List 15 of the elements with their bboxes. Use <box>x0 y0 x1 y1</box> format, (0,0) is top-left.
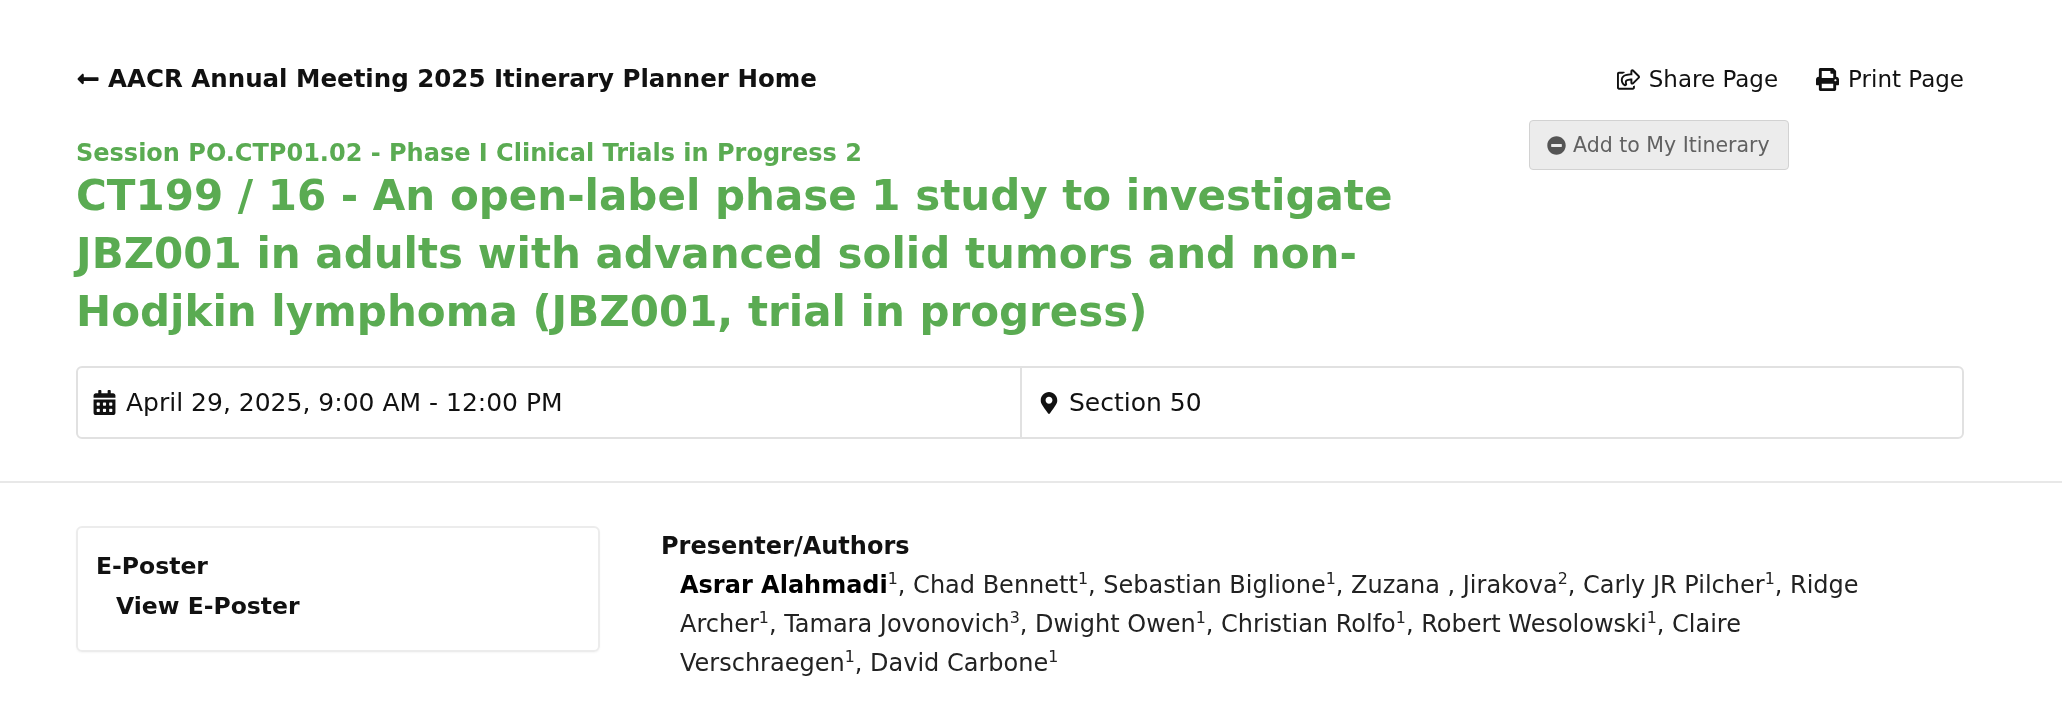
map-pin-icon <box>1038 391 1060 414</box>
view-eposter-link[interactable]: View E-Poster <box>116 586 300 626</box>
calendar-icon <box>92 390 117 415</box>
date-time-text: April 29, 2025, 9:00 AM - 12:00 PM <box>126 386 563 419</box>
session-title: Session PO.CTP01.02 - Phase I Clinical Trials in Progress 2 <box>76 139 862 167</box>
print-link[interactable]: Print Page <box>1816 63 1964 95</box>
card-heading: E-Poster <box>96 551 208 582</box>
authors-heading: Presenter/Authors <box>661 531 910 562</box>
location-text: Section 50 <box>1069 386 1202 419</box>
back-link[interactable]: AACR Annual Meeting 2025 Itinerary Planner Home <box>76 63 817 95</box>
authors-list: Asrar Alahmadi$^{1}$, Chad Bennett$^{1}$, Sebastian Biglione$^{1}$, Zuzana , Jirakova$^{2}$, Carly JR Pilcher$^{1}$, Ridge Archer$^{1}$, Tamara Jovonovich$^{3}$, Dwight Owen$^{1}$, Christian Rolfo$^{1}$, Robert Wesolowski$^{1}$, Claire Verschraegen$^{1}$, David Carbone$^{1}$ <box>661 566 1964 683</box>
share-icon <box>1616 67 1640 91</box>
add-to-itinerary-button[interactable]: Add to My Itinerary <box>1529 120 1789 170</box>
share-link[interactable]: Share Page <box>1616 63 1779 95</box>
printer-icon <box>1816 67 1840 91</box>
